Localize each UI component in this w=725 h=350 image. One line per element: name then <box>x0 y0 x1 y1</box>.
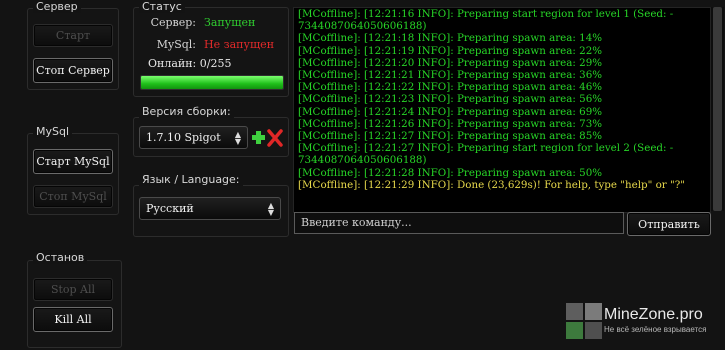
console-line: [MCoffline]: [12:21:22 INFO]: Preparing … <box>298 81 603 94</box>
command-input[interactable]: Введите команду... <box>294 212 624 234</box>
shutdown-group-title: Останов <box>33 251 88 264</box>
console-line: [MCoffline]: [12:21:16 INFO]: Preparing … <box>298 8 674 20</box>
console-output[interactable]: [MCoffline]: [12:21:16 INFO]: Preparing … <box>293 7 711 213</box>
console-line: [MCoffline]: [12:21:27 INFO]: Preparing … <box>298 130 603 143</box>
stop-all-button[interactable]: Stop All <box>33 278 113 301</box>
console-line: 7344087064050606188) <box>298 154 427 167</box>
select-arrows-icon: ▲ ▼ <box>267 200 274 217</box>
console-line: [MCoffline]: [12:21:24 INFO]: Preparing … <box>298 105 603 118</box>
console-line: [MCoffline]: [12:21:29 INFO]: Done (23,6… <box>298 178 685 191</box>
status-progress-fill <box>141 76 283 89</box>
console-line: [MCoffline]: [12:21:19 INFO]: Preparing … <box>298 44 603 57</box>
build-group-title: Версия сборки: <box>139 105 234 118</box>
language-select[interactable]: Русский ▲ ▼ <box>139 197 281 220</box>
mysql-status-value: Не запущен <box>204 38 275 51</box>
console-line: [MCoffline]: [12:21:28 INFO]: Preparing … <box>298 166 603 179</box>
server-group-title: Сервер <box>33 0 81 13</box>
shutdown-group <box>27 260 122 348</box>
console-scrollbar[interactable] <box>710 7 724 211</box>
kill-all-button[interactable]: Kill All <box>33 307 113 332</box>
build-select[interactable]: 1.7.10 Spigot ▲ ▼ <box>139 126 248 149</box>
console-line: [MCoffline]: [12:21:20 INFO]: Preparing … <box>298 56 603 69</box>
online-count: Онлайн: 0/255 <box>148 57 232 70</box>
console-line: [MCoffline]: [12:21:23 INFO]: Preparing … <box>298 93 603 106</box>
mysql-start-button[interactable]: Старт MySql <box>33 149 113 174</box>
server-status-label: Сервер: <box>150 16 196 29</box>
build-select-value: 1.7.10 Spigot <box>146 131 221 144</box>
watermark-name: MineZone.pro <box>604 306 703 323</box>
status-progress-bar <box>140 75 284 90</box>
language-select-value: Русский <box>146 202 194 215</box>
console-line: [MCoffline]: [12:21:21 INFO]: Preparing … <box>298 69 603 82</box>
mysql-stop-button[interactable]: Стоп MySql <box>33 185 113 208</box>
mysql-group-title: MySql <box>33 125 73 138</box>
mysql-status-label: MySql: <box>156 38 196 51</box>
language-group-title: Язык / Language: <box>139 173 243 186</box>
server-stop-button[interactable]: Стоп Сервер <box>33 58 113 83</box>
server-start-button[interactable]: Старт <box>33 24 113 47</box>
select-arrows-icon: ▲ ▼ <box>234 129 241 146</box>
plus-icon[interactable] <box>251 127 266 147</box>
status-group-title: Статус <box>139 0 185 13</box>
console-line: [MCoffline]: [12:21:27 INFO]: Preparing … <box>298 142 674 155</box>
send-button[interactable]: Отправить <box>627 212 711 236</box>
console-scroll-thumb[interactable] <box>713 7 722 211</box>
console-line: 7344087064050606188) <box>298 20 427 33</box>
server-status-value: Запущен <box>204 16 256 29</box>
minezone-logo-icon <box>566 303 602 339</box>
console-line: [MCoffline]: [12:21:26 INFO]: Preparing … <box>298 117 603 130</box>
close-icon[interactable] <box>267 129 283 147</box>
console-line: [MCoffline]: [12:21:18 INFO]: Preparing … <box>298 32 603 45</box>
watermark-tagline: Не всё зелёное взрывается <box>604 325 707 334</box>
